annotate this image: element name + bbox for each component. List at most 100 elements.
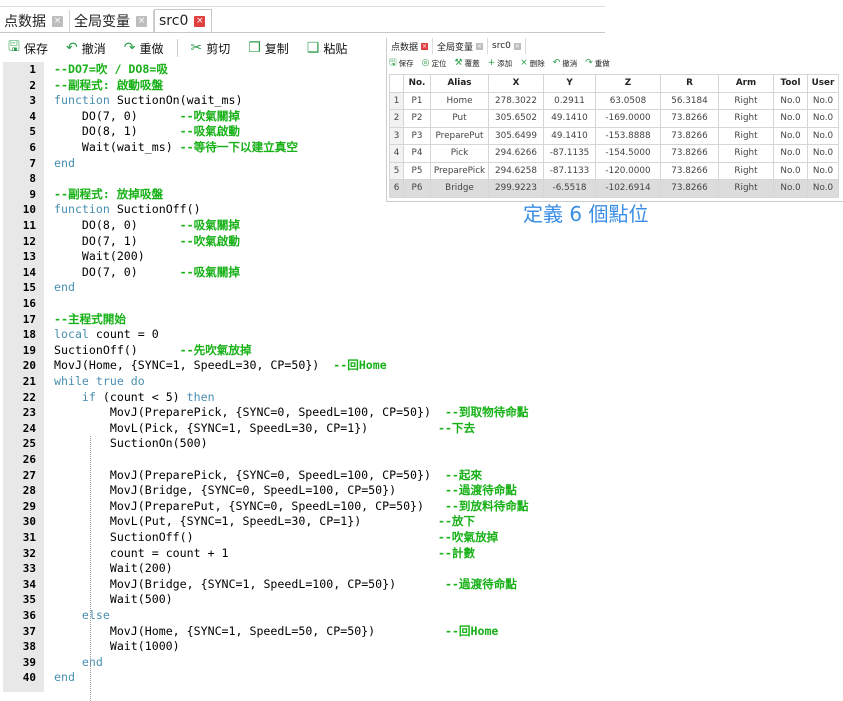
code-line[interactable]: 13 Wait(200)	[3, 249, 603, 265]
panel-save-button[interactable]: 🖫 保存	[389, 55, 414, 71]
panel-undo-button[interactable]: ↶ 撤消	[553, 58, 578, 69]
column-header[interactable]: Y	[543, 74, 596, 93]
code-line[interactable]: 25 SuctionOn(500)	[3, 436, 603, 452]
close-icon[interactable]: ×	[476, 42, 484, 50]
code-line[interactable]: 23 MovJ(PreparePick, {SYNC=0, SpeedL=100…	[3, 405, 603, 421]
panel-tab-point-data[interactable]: 点数据 ×	[387, 38, 434, 54]
panel-locate-button[interactable]: ◎ 定位	[422, 58, 447, 69]
table-cell[interactable]: 49.1410	[543, 126, 596, 145]
undo-button[interactable]: ↶ 撤消	[58, 40, 106, 57]
code-line[interactable]: 30 MovL(Put, {SYNC=1, SpeedL=30, CP=1}) …	[3, 514, 603, 530]
panel-add-button[interactable]: + 添加	[488, 58, 513, 69]
table-cell[interactable]: -154.5000	[595, 144, 661, 163]
table-cell[interactable]: 73.8266	[660, 144, 719, 163]
code-line[interactable]: 22 if (count < 5) then	[3, 390, 603, 406]
table-cell[interactable]: -120.0000	[595, 161, 661, 180]
code-line[interactable]: 21 while true do	[3, 374, 603, 390]
table-cell[interactable]: No.0	[807, 109, 839, 128]
code-line[interactable]: 28 MovJ(Bridge, {SYNC=0, SpeedL=100, CP=…	[3, 483, 603, 499]
table-cell[interactable]: 299.9223	[488, 179, 544, 198]
table-cell[interactable]: 49.1410	[543, 109, 596, 128]
table-cell[interactable]: 278.3022	[488, 91, 544, 110]
code-line[interactable]: 17 --主程式開始	[3, 312, 603, 328]
table-cell[interactable]: 73.8266	[660, 126, 719, 145]
panel-tab-global-vars[interactable]: 全局变量 ×	[433, 38, 489, 54]
table-cell[interactable]: No.0	[773, 109, 808, 128]
code-line[interactable]: 20 MovJ(Home, {SYNC=1, SpeedL=30, CP=50})…	[3, 358, 603, 374]
table-cell[interactable]: Right	[718, 126, 774, 145]
table-cell[interactable]: 305.6499	[488, 126, 544, 145]
column-header[interactable]: No.	[403, 74, 431, 93]
code-line[interactable]: 26	[3, 452, 603, 468]
code-line[interactable]: 35 Wait(500)	[3, 592, 603, 608]
code-line[interactable]: 12 DO(7, 1) --吹氣啟動	[3, 234, 603, 250]
table-cell[interactable]: 63.0508	[595, 91, 661, 110]
close-icon[interactable]: ×	[421, 42, 429, 50]
save-button[interactable]: 🖫 保存	[0, 36, 48, 60]
table-cell[interactable]: No.0	[807, 91, 839, 110]
code-line[interactable]: 29 MovJ(PreparePut, {SYNC=0, SpeedL=100,…	[3, 499, 603, 515]
code-line[interactable]: 10 function SuctionOff()	[3, 202, 603, 218]
table-cell[interactable]: Right	[718, 179, 774, 198]
table-cell[interactable]: 294.6258	[488, 161, 544, 180]
table-cell[interactable]: -169.0000	[595, 109, 661, 128]
panel-delete-button[interactable]: × 删除	[520, 58, 545, 69]
table-row[interactable]: 4 P4 Pick 294.6266 -87.1135 -154.5000 73.8266 R…	[389, 144, 839, 163]
table-cell[interactable]: P2	[403, 109, 431, 128]
code-line[interactable]: 19 SuctionOff() --先吹氣放掉	[3, 343, 603, 359]
column-header[interactable]: Z	[595, 74, 661, 93]
table-cell[interactable]: -87.1133	[543, 161, 596, 180]
table-cell[interactable]: No.0	[773, 91, 808, 110]
table-cell[interactable]: -6.5518	[543, 179, 596, 198]
code-line[interactable]: 18 local count = 0	[3, 327, 603, 343]
cut-button[interactable]: ✂ 剪切	[182, 40, 230, 57]
table-row[interactable]: 6 P6 Bridge 299.9223 -6.5518 -102.6914 73.8266…	[389, 179, 839, 198]
code-line[interactable]: 36 else	[3, 608, 603, 624]
table-cell[interactable]: 73.8266	[660, 109, 719, 128]
table-cell[interactable]: P3	[403, 126, 431, 145]
table-cell[interactable]: Right	[718, 109, 774, 128]
tab-global-vars[interactable]: 全局变量 ×	[70, 10, 154, 32]
code-line[interactable]: 16	[3, 296, 603, 312]
table-cell[interactable]: No.0	[807, 126, 839, 145]
table-cell[interactable]: No.0	[773, 144, 808, 163]
table-cell[interactable]: 294.6266	[488, 144, 544, 163]
table-cell[interactable]: Bridge	[430, 179, 489, 198]
code-line[interactable]: 24 MovL(Pick, {SYNC=1, SpeedL=30, CP=1})…	[3, 421, 603, 437]
table-cell[interactable]: Home	[430, 91, 489, 110]
code-line[interactable]: 39 end	[3, 655, 603, 671]
table-cell[interactable]: PreparePut	[430, 126, 489, 145]
tab-point-data[interactable]: 点数据 ×	[0, 10, 70, 32]
column-header[interactable]: Arm	[718, 74, 774, 93]
table-cell[interactable]: -153.8888	[595, 126, 661, 145]
table-cell[interactable]: 0.2911	[543, 91, 596, 110]
table-cell[interactable]: PreparePick	[430, 161, 489, 180]
table-cell[interactable]: 73.8266	[660, 179, 719, 198]
code-line[interactable]: 27 MovJ(PreparePick, {SYNC=0, SpeedL=100…	[3, 468, 603, 484]
paste-button[interactable]: ❏ 粘贴	[299, 40, 348, 57]
code-line[interactable]: 38 Wait(1000)	[3, 639, 603, 655]
code-line[interactable]: 31 SuctionOff() --吹氣放掉	[3, 530, 603, 546]
table-cell[interactable]: -102.6914	[595, 179, 661, 198]
code-line[interactable]: 37 MovJ(Home, {SYNC=1, SpeedL=50, CP=50}…	[3, 624, 603, 640]
column-header[interactable]: User	[807, 74, 839, 93]
table-cell[interactable]: -87.1135	[543, 144, 596, 163]
code-line[interactable]: 15 end	[3, 280, 603, 296]
table-cell[interactable]: Right	[718, 91, 774, 110]
table-row[interactable]: 1 P1 Home 278.3022 0.2911 63.0508 56.3184 Right…	[389, 91, 839, 110]
close-icon[interactable]: ×	[513, 42, 521, 50]
table-cell[interactable]: P6	[403, 179, 431, 198]
code-line[interactable]: 33 Wait(200)	[3, 561, 603, 577]
column-header[interactable]: R	[660, 74, 719, 93]
tab-src0[interactable]: src0 ×	[154, 9, 213, 32]
table-cell[interactable]: Pick	[430, 144, 489, 163]
table-cell[interactable]: P5	[403, 161, 431, 180]
close-icon[interactable]: ×	[136, 15, 147, 27]
table-cell[interactable]: 305.6502	[488, 109, 544, 128]
code-line[interactable]: 34 MovJ(Bridge, {SYNC=1, SpeedL=100, CP=…	[3, 577, 603, 593]
table-row[interactable]: 2 P2 Put 305.6502 49.1410 -169.0000 73.8266 Rig…	[389, 109, 839, 128]
table-cell[interactable]: 56.3184	[660, 91, 719, 110]
code-line[interactable]: 32 count = count + 1 --計數	[3, 546, 603, 562]
panel-tab-src0[interactable]: src0 ×	[488, 38, 526, 54]
panel-redo-button[interactable]: ↷ 重做	[585, 58, 610, 69]
